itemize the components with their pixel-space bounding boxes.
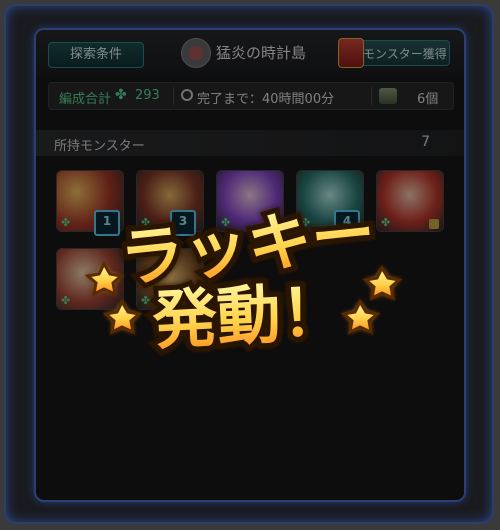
dim-overlay bbox=[36, 30, 464, 500]
exploration-panel: 探索条件 猛炎の時計島 モンスター獲得 編成合計 ✤ 293 完了まで：40時間… bbox=[36, 30, 464, 500]
